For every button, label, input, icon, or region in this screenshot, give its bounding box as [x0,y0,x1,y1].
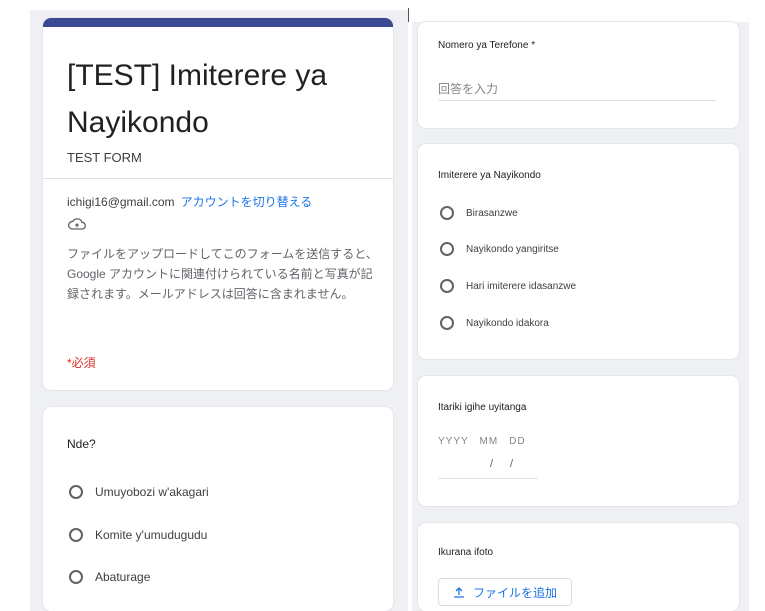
radio-option-birasanzwe[interactable]: Birasanzwe [440,206,518,220]
radio-option-abaturage[interactable]: Abaturage [69,570,150,584]
radio-button[interactable] [440,279,454,293]
radio-option-idakora[interactable]: Nayikondo idakora [440,316,549,330]
date-format-hint: YYYY MM DD [438,436,526,447]
question-card-photo: Ikurana ifoto ファイルを追加 [418,523,739,611]
account-line: ichigi16@gmail.com アカウントを切り替える [67,193,312,210]
upload-notice: ファイルをアップロードしてこのフォームを送信すると、Google アカウントに関… [67,247,378,301]
account-email: ichigi16@gmail.com [67,195,175,209]
radio-option-idasanzwe[interactable]: Hari imiterere idasanzwe [440,279,576,293]
question-label-nde: Nde? [67,437,96,451]
radio-button[interactable] [440,206,454,220]
radio-option-label: Abaturage [95,570,151,584]
question-card-date: Itariki igihe uyitanga YYYY MM DD / / [418,376,739,506]
radio-button[interactable] [69,570,83,584]
question-card-nde: Nde? Umuyobozi w'akagari Komite y'umudug… [43,407,393,611]
phone-input[interactable] [438,82,716,101]
cloud-icon [68,218,86,230]
radio-option-yangiritse[interactable]: Nayikondo yangiritse [440,242,559,256]
radio-option-label: Birasanzwe [466,207,518,219]
add-file-label: ファイルを追加 [473,585,558,600]
radio-button[interactable] [440,316,454,330]
text-cursor [408,8,409,22]
form-header-card: [TEST] Imiterere ya Nayikondo TEST FORM … [43,18,393,390]
switch-account-link[interactable]: アカウントを切り替える [181,195,313,209]
radio-option-label: Nayikondo yangiritse [466,243,559,255]
radio-option-label: Hari imiterere idasanzwe [466,280,577,292]
radio-option-komite[interactable]: Komite y'umudugudu [69,528,207,542]
radio-button[interactable] [440,242,454,256]
form-title: [TEST] Imiterere ya Nayikondo [67,59,328,139]
date-input[interactable]: / / [438,454,538,479]
radio-option-label: Umuyobozi w'akagari [95,485,209,499]
header-accent-bar [43,18,393,27]
question-card-phone: Nomero ya Terefone * [418,22,739,128]
question-label-phone: Nomero ya Terefone * [438,40,536,51]
radio-option-umuyobozi[interactable]: Umuyobozi w'akagari [69,485,209,499]
date-underline [438,478,538,479]
question-card-status: Imiterere ya Nayikondo Birasanzwe Nayiko… [418,144,739,359]
radio-button[interactable] [69,485,83,499]
question-label-photo: Ikurana ifoto [438,547,494,558]
question-label-date: Itariki igihe uyitanga [438,402,527,413]
header-divider [43,178,393,179]
question-label-status: Imiterere ya Nayikondo [438,170,541,181]
required-indicator: *必須 [67,356,96,370]
radio-option-label: Nayikondo idakora [466,317,549,329]
date-separator: / [510,458,514,470]
form-description: TEST FORM [67,150,142,165]
radio-button[interactable] [69,528,83,542]
add-file-button[interactable]: ファイルを追加 [438,578,573,606]
upload-icon [454,587,464,598]
date-separator: / [490,458,494,470]
radio-option-label: Komite y'umudugudu [95,528,208,542]
